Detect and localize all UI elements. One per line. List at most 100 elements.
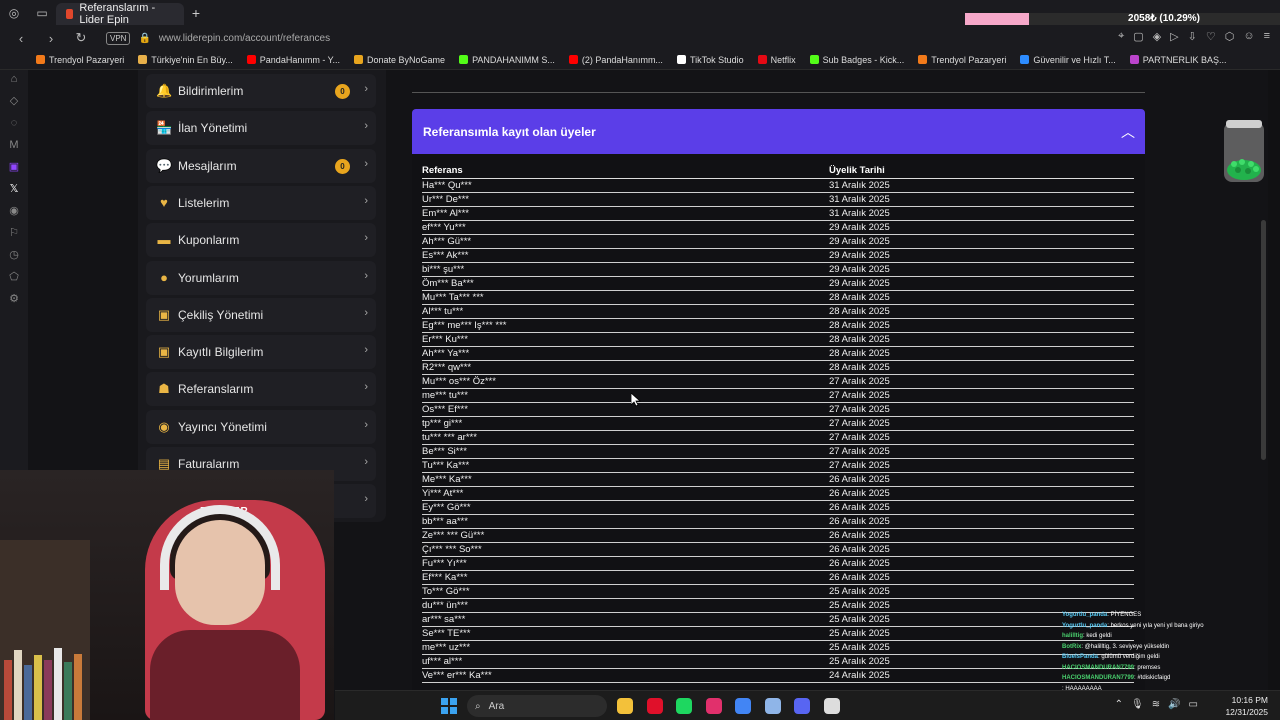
bookmark-item[interactable]: PandaHanımm - Y... [246, 55, 340, 65]
bookmark-favicon-icon [918, 55, 928, 64]
messenger-icon[interactable]: ◌ [7, 116, 21, 130]
bookmark-item[interactable]: Türkiye'nin En Büy... [138, 55, 233, 65]
system-tray: ⌃ 🎙 ≋ 🔊 ▭ [1115, 699, 1198, 710]
menu-item[interactable]: ● Yorumlarım › [146, 260, 376, 295]
settings-icon[interactable] [764, 698, 781, 714]
heart-icon[interactable]: ♡ [1206, 30, 1216, 43]
taskbar-clock[interactable]: 10:16 PM 12/31/2025 [1225, 694, 1268, 718]
twitch-icon[interactable]: ▣ [7, 160, 21, 174]
chevron-right-icon: › [364, 194, 368, 207]
pinboard-icon[interactable]: ⬠ [7, 270, 21, 284]
extensions-icon[interactable]: ⬡ [1225, 30, 1235, 43]
bookmark-item[interactable]: Trendyol Pazaryeri [36, 55, 124, 65]
referral-name: Ef*** Ka*** [422, 572, 468, 583]
bookmark-item[interactable]: Güvenilir ve Hızlı T... [1020, 55, 1116, 65]
settings-icon[interactable]: ⚙ [7, 292, 21, 306]
tab-list-icon[interactable]: ▭ [28, 0, 56, 26]
volume-icon[interactable]: 🔊 [1168, 699, 1180, 710]
membership-date: 29 Aralık 2025 [829, 278, 890, 289]
table-row: Er*** Ku*** 28 Aralık 2025 [422, 333, 1134, 347]
wifi-icon[interactable]: ≋ [1152, 699, 1160, 710]
menu-item[interactable]: 💬 Mesajlarım 0 › [146, 148, 376, 183]
table-row: tp*** gi*** 27 Aralık 2025 [422, 417, 1134, 431]
instagram-icon[interactable] [705, 698, 722, 714]
chat-username: BotRix [1062, 643, 1082, 650]
menu-item[interactable]: ☗ Referanslarım › [146, 372, 376, 407]
lock-icon[interactable]: 🔒 [138, 33, 150, 44]
player-icon[interactable]: ◉ [7, 204, 21, 218]
reload-icon[interactable]: ↻ [72, 30, 90, 46]
membership-date: 29 Aralık 2025 [829, 236, 890, 247]
pin-icon[interactable]: ⌖ [1118, 30, 1124, 43]
spotify-icon[interactable] [676, 698, 692, 714]
referral-name: Me*** Ka*** [422, 474, 472, 485]
menu-item[interactable]: ▬ Kuponlarım › [146, 223, 376, 258]
menu-icon[interactable]: ≡ [1264, 30, 1270, 43]
menu-item[interactable]: 🏪 İlan Yönetimi › [146, 111, 376, 146]
bookmark-item[interactable]: Trendyol Pazaryeri [918, 55, 1006, 65]
chevron-up-icon[interactable]: ⌃ [1115, 699, 1123, 710]
menu-item[interactable]: ▣ Çekiliş Yönetimi › [146, 297, 376, 332]
bookmark-item[interactable]: TikTok Studio [676, 55, 744, 65]
bookmark-item[interactable]: PARTNERLIK BAŞ... [1129, 55, 1226, 65]
discord-icon[interactable] [794, 698, 810, 714]
menu-item[interactable]: 🔔 Bildirimlerim 0 › [146, 74, 376, 108]
referral-name: Ah*** Ya*** [422, 348, 470, 359]
chrome-icon[interactable] [735, 698, 751, 714]
url-field[interactable]: www.liderepin.com/account/referances [159, 33, 330, 44]
forward-icon[interactable]: › [42, 31, 60, 46]
taskbar-search[interactable]: ⌕ Ara [467, 695, 607, 717]
referral-name: me*** tu*** [422, 390, 468, 401]
opera-menu-icon[interactable]: ◎ [0, 0, 28, 26]
scrollbar[interactable] [1261, 220, 1266, 460]
table-row: uf*** al*** 25 Aralık 2025 [422, 655, 1134, 669]
menu-item-label: Çekiliş Yönetimi [178, 307, 264, 322]
gmail-icon[interactable]: M [7, 138, 21, 152]
tab-referanslarim[interactable]: Referanslarım - Lider Epin [56, 2, 184, 26]
battery-icon[interactable]: ▭ [1189, 699, 1198, 710]
menu-item[interactable]: ♥ Listelerim › [146, 185, 376, 220]
table-row: Be*** Si*** 27 Aralık 2025 [422, 445, 1134, 459]
table-row: ar*** sa*** 25 Aralık 2025 [422, 613, 1134, 627]
menu-item[interactable]: ◉ Yayıncı Yönetimi › [146, 409, 376, 444]
download-icon[interactable]: ⇩ [1188, 30, 1197, 43]
membership-date: 25 Aralık 2025 [829, 600, 890, 611]
home-icon[interactable]: ⌂ [7, 72, 21, 86]
membership-date: 28 Aralık 2025 [829, 334, 890, 345]
referral-name: Mu*** os*** Öz*** [422, 376, 496, 387]
bookmark-item[interactable]: (2) PandaHanımm... [568, 55, 663, 65]
table-row: Yi*** At*** 26 Aralık 2025 [422, 487, 1134, 501]
x-icon[interactable]: 𝕏 [7, 182, 21, 196]
snapshot-icon[interactable]: ▢ [1133, 30, 1143, 43]
membership-date: 27 Aralık 2025 [829, 418, 890, 429]
profile-icon[interactable]: ☺ [1243, 30, 1254, 43]
opera-icon[interactable] [646, 698, 663, 714]
aria-icon[interactable]: ◇ [7, 94, 21, 108]
bookmark-item[interactable]: PANDAHANIMM S... [459, 55, 555, 65]
bookmark-item[interactable]: Sub Badges - Kick... [809, 55, 904, 65]
file-explorer-icon[interactable] [617, 698, 633, 714]
menu-item[interactable]: ▣ Kayıtlı Bilgilerim › [146, 335, 376, 370]
membership-date: 25 Aralık 2025 [829, 628, 890, 639]
play-icon[interactable]: ▷ [1170, 30, 1178, 43]
gift-icon: ▣ [157, 306, 171, 322]
referrals-panel-header[interactable]: Referansımla kayıt olan üyeler ︿ [412, 109, 1145, 154]
table-row: Os*** Ef*** 27 Aralık 2025 [422, 403, 1134, 417]
mic-icon[interactable]: 🎙 [1131, 699, 1144, 710]
chevron-up-icon[interactable]: ︿ [1121, 122, 1135, 142]
bookmark-favicon-icon [676, 55, 686, 64]
new-tab-button[interactable]: + [184, 5, 208, 21]
windows-taskbar: ⌕ Ara ⌃ 🎙 ≋ 🔊 ▭ 10:16 PM 12/31/2025 [335, 690, 1280, 720]
menu-item-label: Kuponlarım [178, 233, 240, 248]
bookmark-item[interactable]: Netflix [757, 55, 796, 65]
table-row: Ey*** Gö*** 26 Aralık 2025 [422, 501, 1134, 515]
history-icon[interactable]: ◷ [7, 248, 21, 262]
shield-icon[interactable]: ◈ [1153, 30, 1161, 43]
obs-icon[interactable] [823, 698, 840, 714]
windows-start-icon[interactable] [441, 698, 457, 714]
bookmark-icon[interactable]: ⚐ [7, 226, 21, 240]
bookmark-item[interactable]: Donate ByNoGame [354, 55, 445, 65]
vpn-badge[interactable]: VPN [106, 31, 131, 45]
back-icon[interactable]: ‹ [12, 31, 30, 46]
membership-date: 28 Aralık 2025 [829, 320, 890, 331]
